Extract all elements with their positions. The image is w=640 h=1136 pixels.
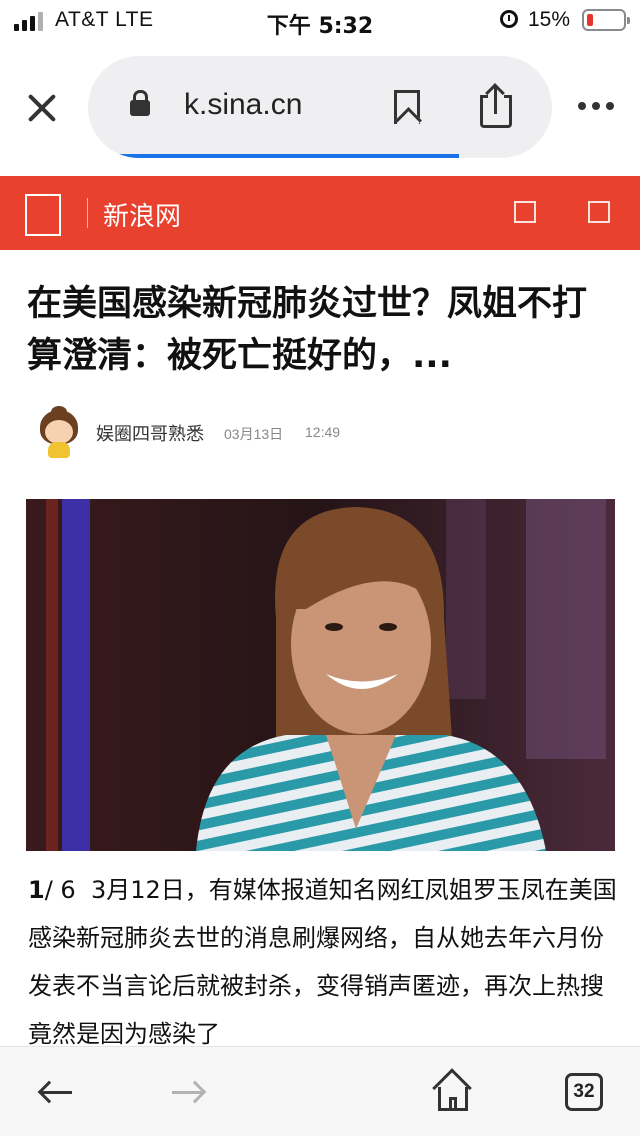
url-text[interactable]: k.sina.cn [184,88,302,122]
article-headline: 在美国感染新冠肺炎过世？凤姐不打算澄清：被死亡挺好的，... [27,284,588,376]
author-name[interactable]: 娱圈四哥熟悉 [96,420,204,446]
bookmark-icon[interactable] [394,90,420,124]
battery-percent: 15% [528,8,571,31]
image-counter-current: 1 [28,876,45,904]
browser-bottom-bar: 32 [0,1046,640,1136]
alarm-icon [500,10,518,28]
header-divider [87,198,88,228]
image-counter-total: / 6 [44,876,76,904]
back-arrow-icon[interactable] [37,1080,74,1105]
more-icon[interactable] [578,102,614,110]
site-logo[interactable] [25,194,61,236]
publish-time: 12:49 [305,424,341,440]
battery-icon [582,9,630,31]
close-icon[interactable] [24,90,60,126]
site-title[interactable]: 新浪网 [103,196,181,233]
article-body: 1/ 6 3月12日，有媒体报道知名网红凤姐罗玉凤在美国感染新冠肺炎去世的消息刷… [28,866,618,1046]
author-avatar[interactable] [36,406,82,458]
article-photo[interactable] [26,499,615,851]
share-icon[interactable] [480,83,512,128]
home-icon[interactable] [432,1068,472,1111]
address-bar[interactable]: k.sina.cn [88,56,552,158]
page-load-progress [88,154,460,158]
article-paragraph: 3月12日，有媒体报道知名网红凤姐罗玉凤在美国感染新冠肺炎去世的消息刷爆网络，自… [28,876,617,1046]
header-menu-icon[interactable] [588,201,610,223]
tabs-icon[interactable]: 32 [565,1073,603,1111]
forward-arrow-icon[interactable] [170,1080,207,1105]
status-bar: AT&T LTE 下午 5:32 15% [0,0,640,40]
publish-date: 03月13日 [224,426,284,442]
header-search-icon[interactable] [514,201,536,223]
site-header: 新浪网 [0,176,640,250]
lock-icon [130,90,150,116]
